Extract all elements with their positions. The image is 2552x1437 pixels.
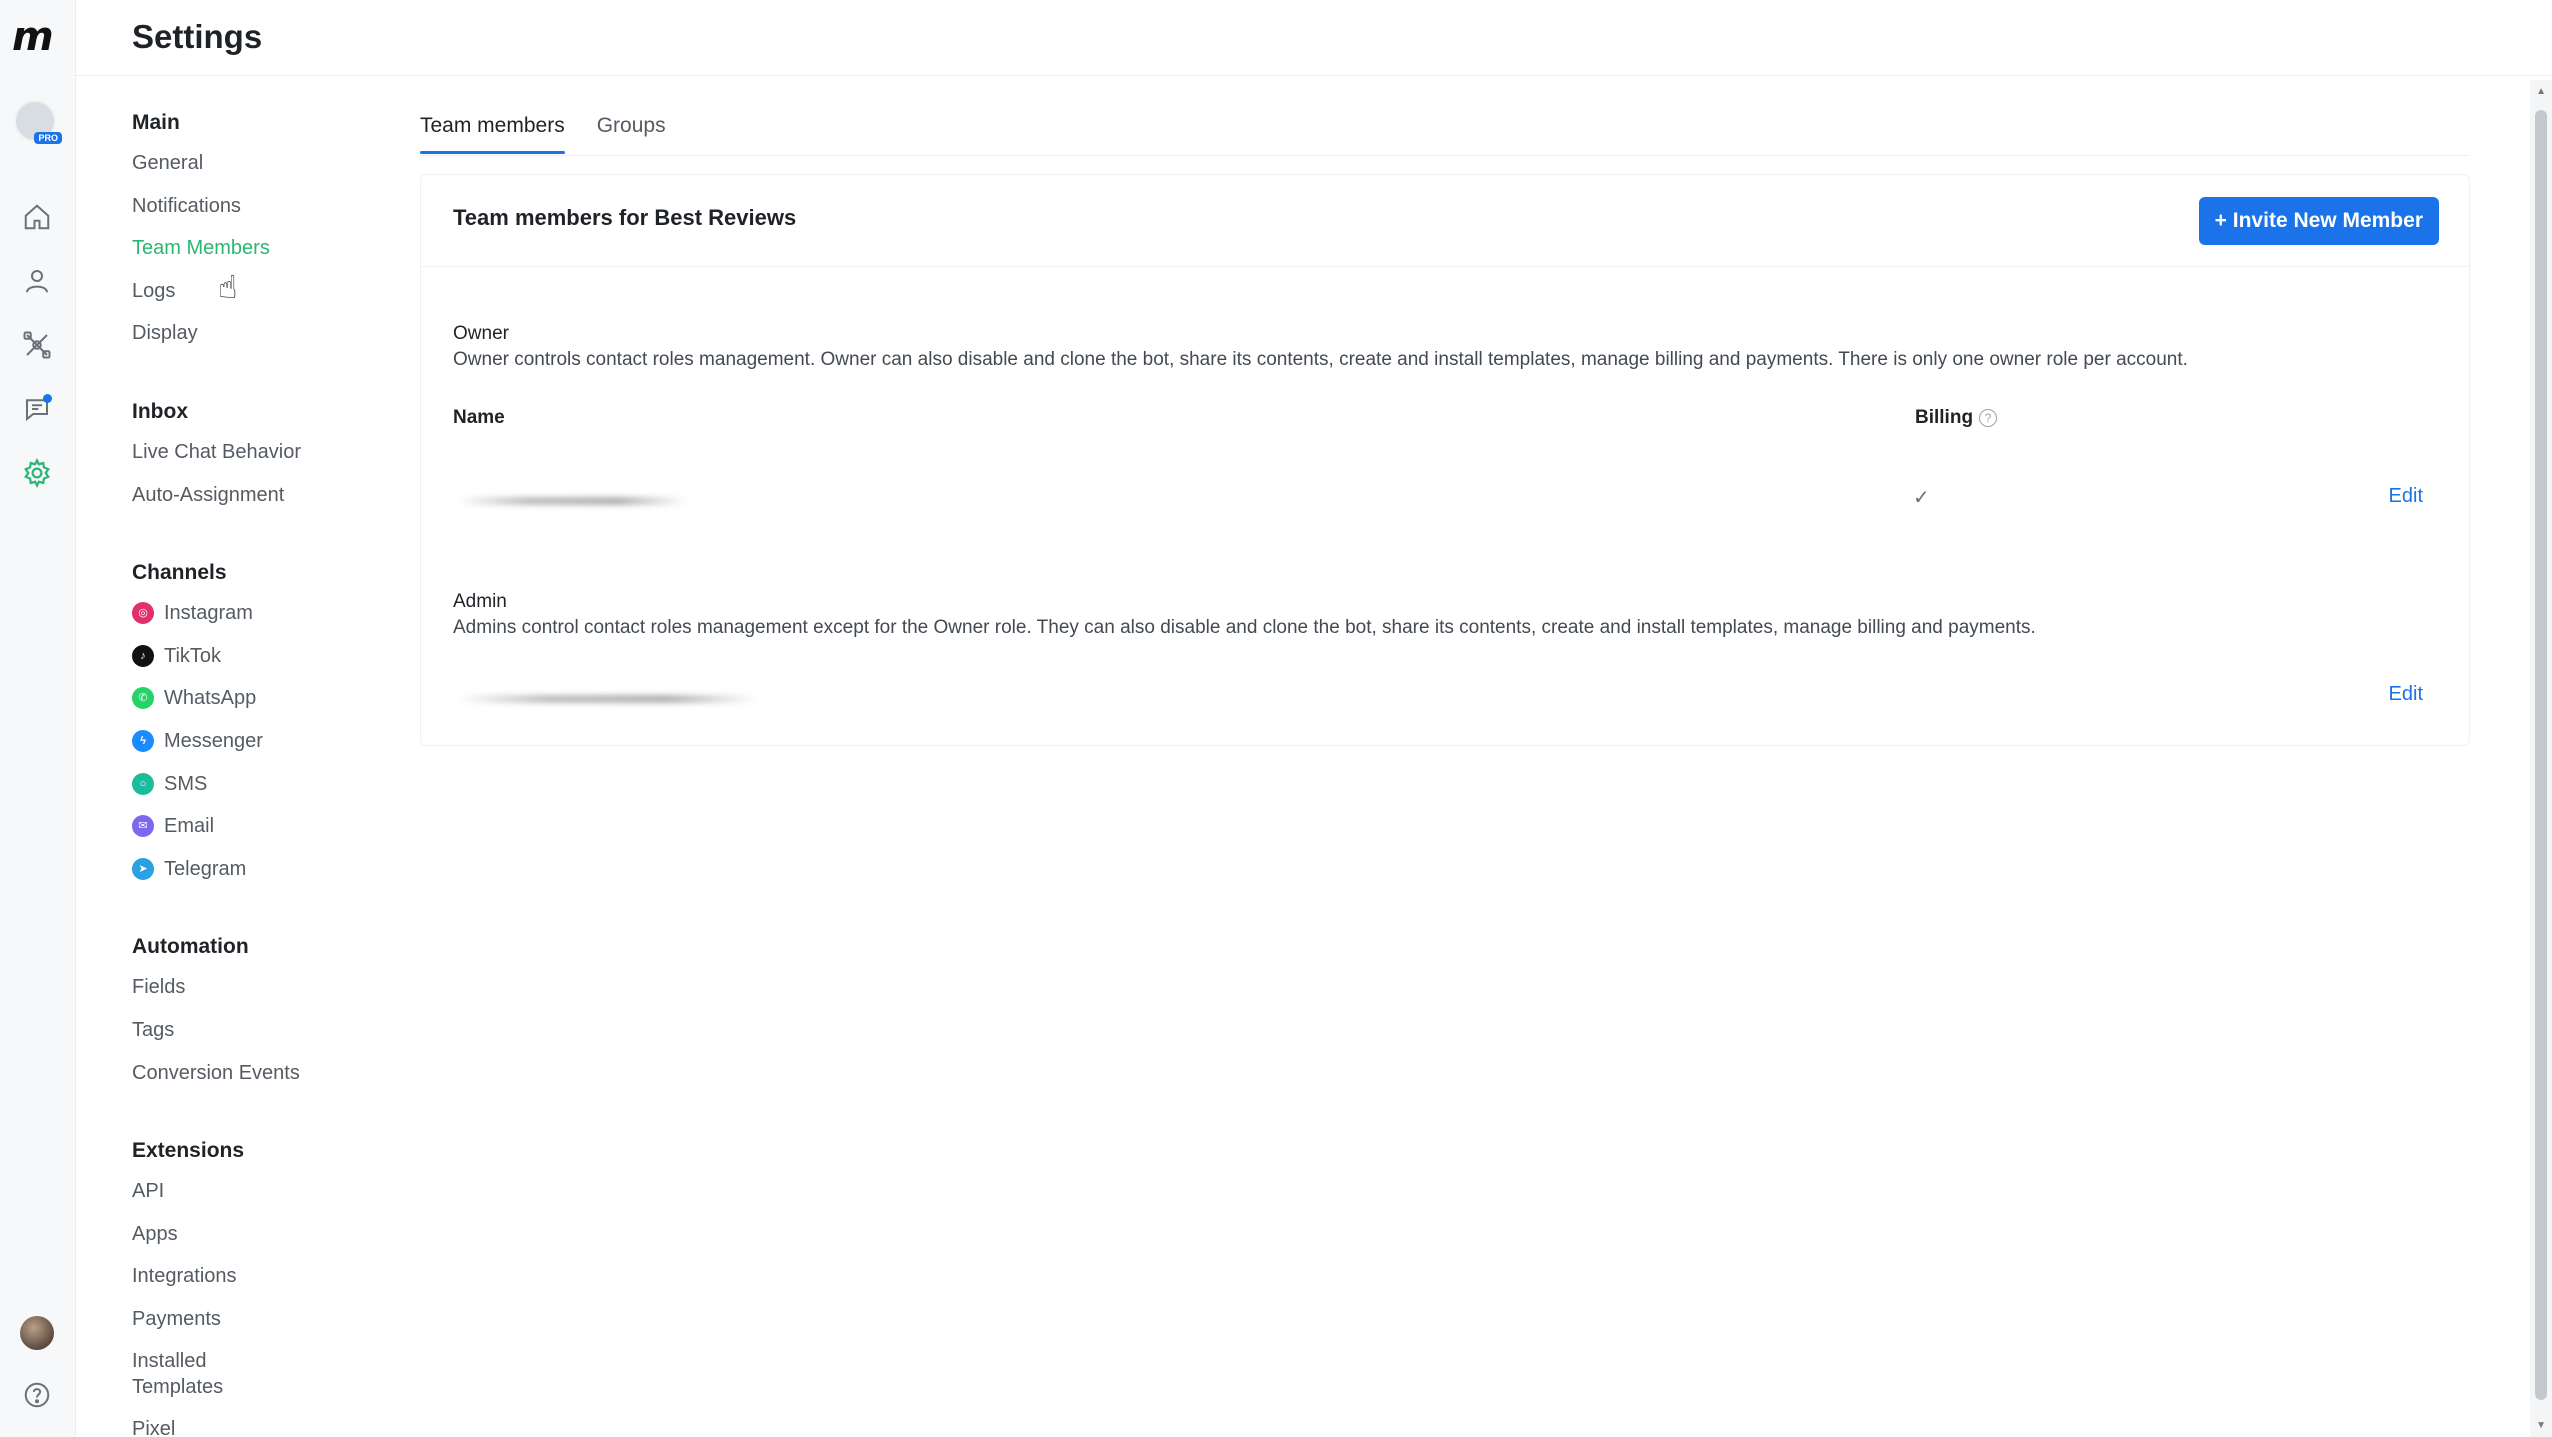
card-header: Team members for Best Reviews + Invite N… [421, 175, 2469, 267]
scroll-up-icon[interactable]: ▲ [2536, 86, 2546, 97]
column-header-name: Name [453, 407, 505, 428]
team-members-card: Team members for Best Reviews + Invite N… [420, 174, 2470, 746]
nav-item-label: WhatsApp [164, 687, 257, 710]
nav-item-integrations[interactable]: Integrations [132, 1263, 412, 1306]
icon-rail: m PRO [0, 0, 76, 1437]
admin-role-title: Admin [453, 591, 507, 612]
admin-edit-link[interactable]: Edit [2389, 683, 2423, 706]
nav-item-conversion-events[interactable]: Conversion Events [132, 1060, 412, 1103]
nav-section-channels: Channels ◎ Instagram ♪ TikTok ✆ WhatsApp… [132, 558, 412, 898]
whatsapp-icon: ✆ [132, 687, 154, 710]
nav-item-notifications[interactable]: Notifications [132, 193, 412, 236]
automation-icon[interactable] [20, 328, 54, 362]
nav-item-sms[interactable]: ○ SMS [132, 771, 412, 814]
sms-icon: ○ [132, 772, 154, 795]
invite-new-member-button[interactable]: + Invite New Member [2198, 197, 2439, 245]
hand-cursor-icon: ☝ [218, 269, 238, 305]
nav-item-label: Telegram [164, 857, 247, 880]
tab-team-members[interactable]: Team members [420, 108, 565, 154]
page-title: Settings [132, 18, 263, 55]
admin-name-redacted [457, 695, 757, 703]
nav-item-general[interactable]: General [132, 150, 412, 193]
nav-item-label: Instagram [164, 602, 253, 625]
billing-check-icon: ✓ [1913, 487, 1930, 509]
settings-nav: Main General Notifications Team Members … [132, 108, 412, 1437]
tab-bar: Team members Groups [420, 108, 666, 154]
telegram-icon: ➤ [132, 857, 154, 880]
nav-item-messenger[interactable]: ϟ Messenger [132, 728, 412, 771]
nav-item-auto-assignment[interactable]: Auto-Assignment [132, 482, 412, 525]
nav-heading-inbox: Inbox [132, 399, 188, 423]
nav-item-label: Messenger [164, 729, 263, 752]
help-icon[interactable] [20, 1378, 54, 1412]
scroll-thumb[interactable] [2535, 110, 2547, 1400]
nav-item-payments[interactable]: Payments [132, 1306, 412, 1349]
nav-item-label: Email [164, 815, 215, 838]
admin-role-description: Admins control contact roles management … [453, 617, 2036, 638]
nav-section-main: Main General Notifications Team Members … [132, 108, 412, 363]
owner-edit-link[interactable]: Edit [2389, 485, 2423, 508]
app-logo[interactable]: m [12, 17, 60, 57]
column-header-billing-label: Billing [1915, 407, 1974, 428]
nav-item-pixel[interactable]: Pixel [132, 1416, 412, 1437]
contacts-icon[interactable] [20, 264, 54, 298]
messenger-icon: ϟ [132, 729, 154, 752]
nav-heading-automation: Automation [132, 935, 249, 959]
nav-item-instagram[interactable]: ◎ Instagram [132, 600, 412, 643]
billing-help-icon[interactable]: ? [1979, 408, 1998, 427]
nav-section-inbox: Inbox Live Chat Behavior Auto-Assignment [132, 397, 412, 524]
nav-item-logs[interactable]: Logs [132, 278, 412, 321]
page-scrollbar[interactable]: ▲ ▼ [2530, 80, 2552, 1437]
nav-item-apps[interactable]: Apps [132, 1221, 412, 1264]
nav-item-live-chat-behavior[interactable]: Live Chat Behavior [132, 439, 412, 482]
tiktok-icon: ♪ [132, 644, 154, 667]
nav-heading-main: Main [132, 111, 180, 134]
settings-icon[interactable] [20, 456, 54, 490]
nav-heading-extensions: Extensions [132, 1139, 245, 1163]
card-title: Team members for Best Reviews [453, 205, 797, 230]
nav-item-label: SMS [164, 772, 208, 795]
email-icon: ✉ [132, 815, 154, 838]
chat-icon[interactable] [20, 392, 54, 426]
tab-divider [420, 155, 2470, 156]
owner-role-title: Owner [453, 323, 509, 344]
nav-item-display[interactable]: Display [132, 320, 412, 363]
home-icon[interactable] [20, 200, 54, 234]
nav-item-tags[interactable]: Tags [132, 1017, 412, 1060]
nav-item-telegram[interactable]: ➤ Telegram [132, 856, 412, 899]
nav-item-installed-templates[interactable]: Installed Templates [132, 1348, 252, 1416]
nav-item-tiktok[interactable]: ♪ TikTok [132, 643, 412, 686]
nav-item-whatsapp[interactable]: ✆ WhatsApp [132, 685, 412, 728]
nav-item-api[interactable]: API [132, 1178, 412, 1221]
account-avatar[interactable]: PRO [14, 100, 62, 144]
nav-item-team-members[interactable]: Team Members [132, 235, 412, 278]
column-header-billing: Billing? [1915, 407, 1998, 429]
owner-role-description: Owner controls contact roles management.… [453, 349, 2188, 370]
unread-badge [43, 394, 52, 403]
instagram-icon: ◎ [132, 602, 154, 625]
scroll-down-icon[interactable]: ▼ [2536, 1420, 2546, 1431]
owner-name-redacted [457, 497, 687, 505]
page-header: Settings [76, 0, 2552, 76]
nav-section-automation: Automation Fields Tags Conversion Events [132, 932, 412, 1102]
nav-heading-channels: Channels [132, 561, 227, 585]
user-avatar[interactable] [20, 1316, 54, 1350]
pro-badge: PRO [34, 132, 62, 144]
tab-groups[interactable]: Groups [597, 108, 666, 154]
nav-item-fields[interactable]: Fields [132, 974, 412, 1017]
nav-item-label: TikTok [164, 644, 222, 667]
nav-section-extensions: Extensions API Apps Integrations Payment… [132, 1136, 412, 1437]
nav-item-email[interactable]: ✉ Email [132, 813, 412, 856]
